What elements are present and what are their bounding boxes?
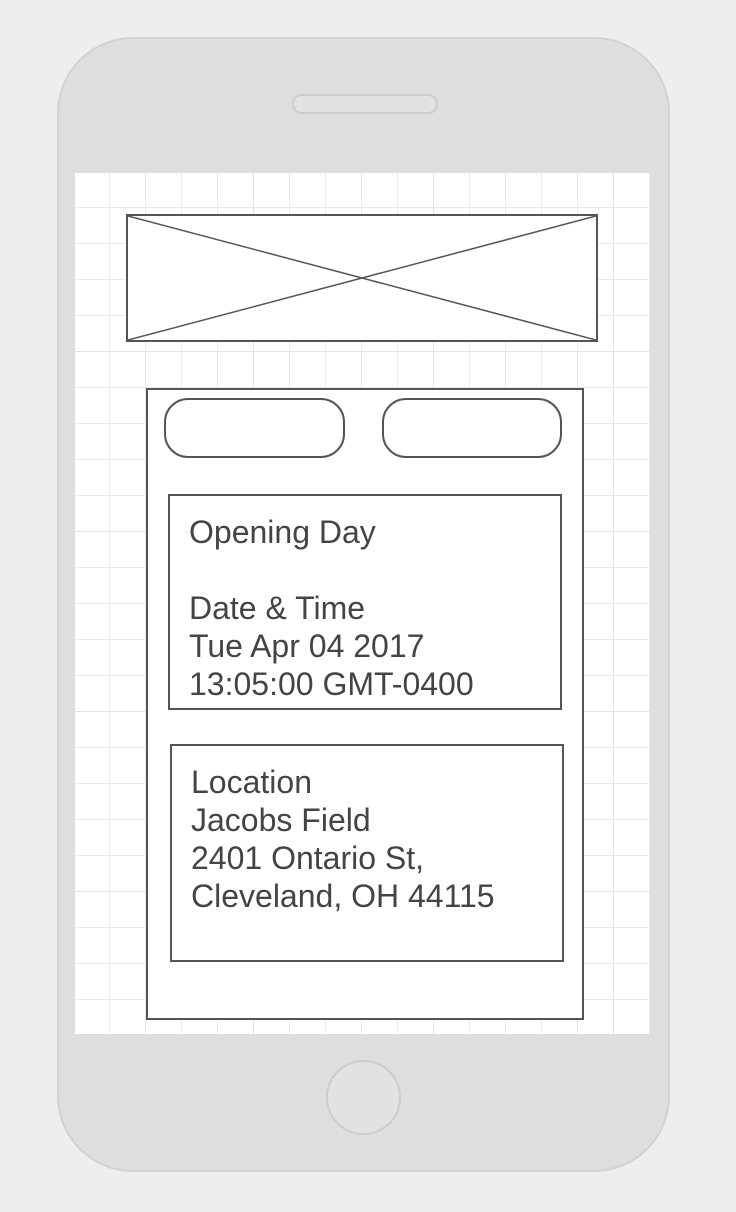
event-time: 13:05:00 GMT-0400 bbox=[189, 666, 474, 702]
banner-image-placeholder-icon bbox=[126, 214, 598, 342]
location-card: Location Jacobs Field 2401 Ontario St, C… bbox=[170, 744, 564, 962]
event-info-card: Opening Day Date & Time Tue Apr 04 2017 … bbox=[168, 494, 562, 710]
event-title: Opening Day bbox=[189, 514, 376, 550]
venue-name: Jacobs Field bbox=[191, 802, 371, 838]
right-pill-button[interactable] bbox=[382, 398, 562, 458]
phone-speaker bbox=[292, 94, 438, 114]
left-pill-button[interactable] bbox=[164, 398, 345, 458]
event-date: Tue Apr 04 2017 bbox=[189, 628, 425, 664]
date-time-label: Date & Time bbox=[189, 590, 366, 626]
home-button[interactable] bbox=[326, 1060, 401, 1135]
street-address: 2401 Ontario St, bbox=[191, 840, 425, 876]
location-label: Location bbox=[191, 764, 312, 800]
city-address: Cleveland, OH 44115 bbox=[191, 878, 495, 914]
